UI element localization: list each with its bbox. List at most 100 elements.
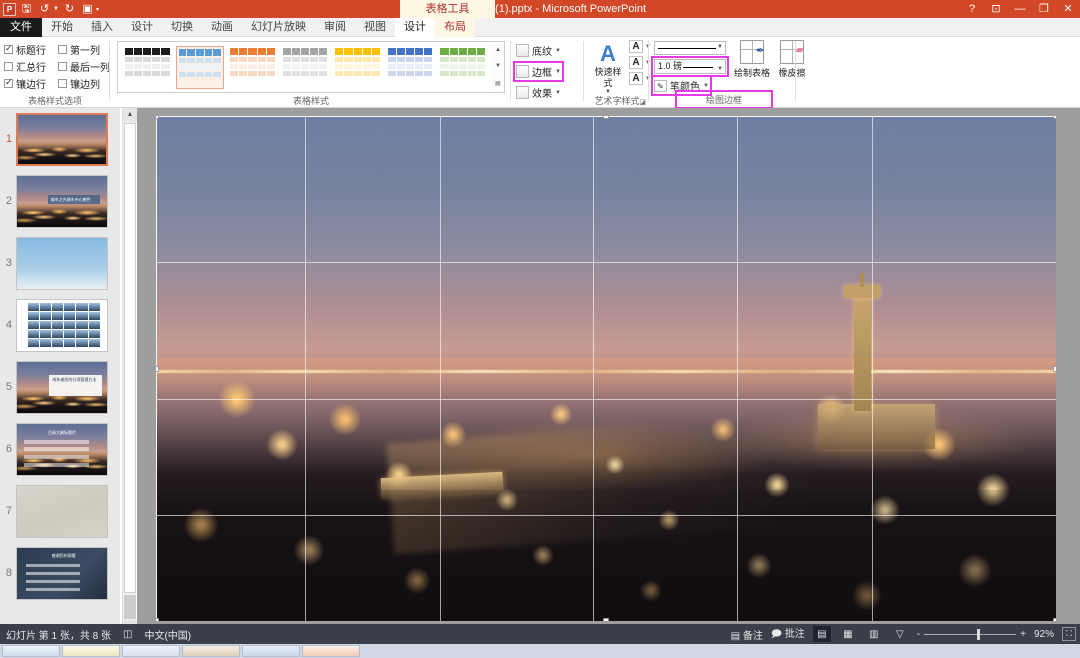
shading-button[interactable]: 底纹 ▼: [516, 43, 561, 58]
slide-thumbnail-4[interactable]: 4: [0, 294, 120, 356]
slide-thumbnail-2[interactable]: 2城市之光城市中心夜色: [0, 170, 120, 232]
resize-handle-s[interactable]: [603, 618, 609, 621]
resize-handle-se[interactable]: [1053, 618, 1056, 621]
chevron-down-icon[interactable]: ▼: [717, 63, 723, 76]
table-column-divider[interactable]: [593, 116, 594, 621]
resize-handle-w[interactable]: [156, 366, 159, 372]
restore-button[interactable]: ❐: [1032, 0, 1056, 18]
slide-editing-area[interactable]: [137, 108, 1080, 634]
normal-view-button[interactable]: ▤: [813, 626, 831, 642]
pen-color-button[interactable]: ✎ 笔颜色 ▼: [654, 78, 709, 93]
wordart-dialog-launcher[interactable]: ◪: [639, 98, 646, 106]
gallery-more-icon[interactable]: ▤: [495, 80, 501, 87]
effects-button[interactable]: 效果 ▼: [516, 85, 561, 100]
slide-thumbnail-7[interactable]: 7: [0, 480, 120, 542]
tab-审阅[interactable]: 审阅: [315, 18, 355, 37]
table-style-style-green-accent6[interactable]: [438, 46, 487, 89]
scrollbar-track-lower[interactable]: [124, 595, 136, 619]
zoom-out-button[interactable]: -: [917, 629, 920, 640]
start-slideshow-icon[interactable]: ▣: [80, 2, 95, 17]
chevron-down-icon[interactable]: ▼: [555, 90, 561, 96]
tab-布局[interactable]: 布局: [435, 18, 475, 37]
qat-customize-icon[interactable]: ▾: [96, 6, 99, 13]
zoom-level[interactable]: 92%: [1034, 629, 1054, 640]
slide-thumbnail-3[interactable]: 3: [0, 232, 120, 294]
checkbox-last-column[interactable]: 最后一列: [58, 59, 110, 74]
resize-handle-e[interactable]: [1053, 366, 1056, 372]
resize-handle-nw[interactable]: [156, 116, 159, 119]
tab-插入[interactable]: 插入: [82, 18, 122, 37]
minimize-button[interactable]: —: [1008, 0, 1032, 18]
table-style-style-dark[interactable]: [123, 46, 172, 89]
zoom-in-button[interactable]: +: [1020, 629, 1026, 640]
table-style-style-blue-accent1[interactable]: [176, 46, 225, 89]
zoom-track[interactable]: [924, 634, 1016, 635]
zoom-slider[interactable]: - +: [917, 629, 1026, 640]
reading-view-button[interactable]: ▥: [865, 626, 883, 642]
borders-button[interactable]: 边框 ▼: [516, 64, 561, 79]
resize-handle-n[interactable]: [603, 116, 609, 119]
redo-icon[interactable]: ↻: [62, 2, 77, 17]
slide-sorter-button[interactable]: ▦: [839, 626, 857, 642]
taskbar-item[interactable]: [302, 645, 360, 657]
ribbon-display-options-button[interactable]: ⊡: [984, 0, 1008, 18]
tab-开始[interactable]: 开始: [42, 18, 82, 37]
checkbox-header-row[interactable]: 标题行: [4, 42, 56, 57]
table-column-divider[interactable]: [737, 116, 738, 621]
table-style-style-orange-accent2[interactable]: [228, 46, 277, 89]
pen-style-dropdown[interactable]: ▼: [654, 41, 726, 55]
language-indicator[interactable]: 中文(中国): [144, 627, 191, 642]
tab-幻灯片放映[interactable]: 幻灯片放映: [242, 18, 315, 37]
table-row-divider[interactable]: [156, 515, 1056, 516]
zoom-thumb[interactable]: [977, 629, 980, 640]
slide-thumbnail-panel[interactable]: 12城市之光城市中心夜色345成年者民的分项管理方法6目录大纲标题栏78感谢您的…: [0, 108, 120, 634]
table-overlay[interactable]: [156, 116, 1056, 621]
taskbar-item[interactable]: [242, 645, 300, 657]
resize-handle-sw[interactable]: [156, 618, 159, 621]
slide-thumbnail-6[interactable]: 6目录大纲标题栏: [0, 418, 120, 480]
fit-to-window-button[interactable]: ⛶: [1062, 627, 1076, 641]
gallery-scroll-arrows[interactable]: ▲ ▼ ▤: [492, 41, 505, 93]
current-slide[interactable]: [156, 116, 1056, 621]
table-style-style-blue-accent5[interactable]: [386, 46, 435, 89]
tab-动画[interactable]: 动画: [202, 18, 242, 37]
table-column-divider[interactable]: [440, 116, 441, 621]
checkbox-banded-columns[interactable]: 镶边列: [58, 76, 110, 91]
chevron-down-icon[interactable]: ▼: [717, 44, 723, 50]
notes-button[interactable]: ▤ 备注: [731, 627, 763, 642]
taskbar-item[interactable]: [182, 645, 240, 657]
draw-table-button[interactable]: ✒ 绘制表格: [732, 40, 772, 79]
save-icon[interactable]: 🖫: [19, 2, 34, 17]
slide-preview[interactable]: [16, 299, 108, 352]
gallery-up-icon[interactable]: ▲: [495, 47, 501, 53]
tab-设计[interactable]: 设计: [122, 18, 162, 37]
undo-dropdown-icon[interactable]: ▼: [53, 6, 59, 12]
tab-设计[interactable]: 设计: [395, 18, 435, 37]
gallery-down-icon[interactable]: ▼: [495, 63, 501, 69]
table-column-divider[interactable]: [872, 116, 873, 621]
taskbar-item[interactable]: [122, 645, 180, 657]
checkbox-banded-rows[interactable]: 镶边行: [4, 76, 56, 91]
slide-preview[interactable]: [16, 113, 108, 166]
resize-handle-ne[interactable]: [1053, 116, 1056, 119]
checkbox-total-row[interactable]: 汇总行: [4, 59, 56, 74]
slide-preview[interactable]: 城市之光城市中心夜色: [16, 175, 108, 228]
chevron-down-icon[interactable]: ▼: [555, 48, 561, 54]
table-styles-gallery[interactable]: [117, 41, 493, 93]
scroll-up-icon[interactable]: ▲: [123, 108, 137, 122]
checkbox-first-column[interactable]: 第一列: [58, 42, 110, 57]
eraser-button[interactable]: ▰ 橡皮擦: [772, 40, 812, 79]
taskbar-item[interactable]: [62, 645, 120, 657]
slide-thumbnail-1[interactable]: 1: [0, 108, 120, 170]
help-button[interactable]: ?: [960, 0, 984, 18]
slide-preview[interactable]: [16, 485, 108, 538]
table-column-divider[interactable]: [305, 116, 306, 621]
tab-视图[interactable]: 视图: [355, 18, 395, 37]
slideshow-button[interactable]: ▽: [891, 626, 909, 642]
undo-icon[interactable]: ↺: [37, 2, 52, 17]
close-button[interactable]: ✕: [1056, 0, 1080, 18]
table-row-divider[interactable]: [156, 399, 1056, 400]
slide-layout-icon[interactable]: ◫: [123, 629, 132, 640]
scrollbar-thumb[interactable]: [124, 123, 136, 593]
thumbnail-scrollbar[interactable]: ▲ ▼: [122, 108, 136, 634]
